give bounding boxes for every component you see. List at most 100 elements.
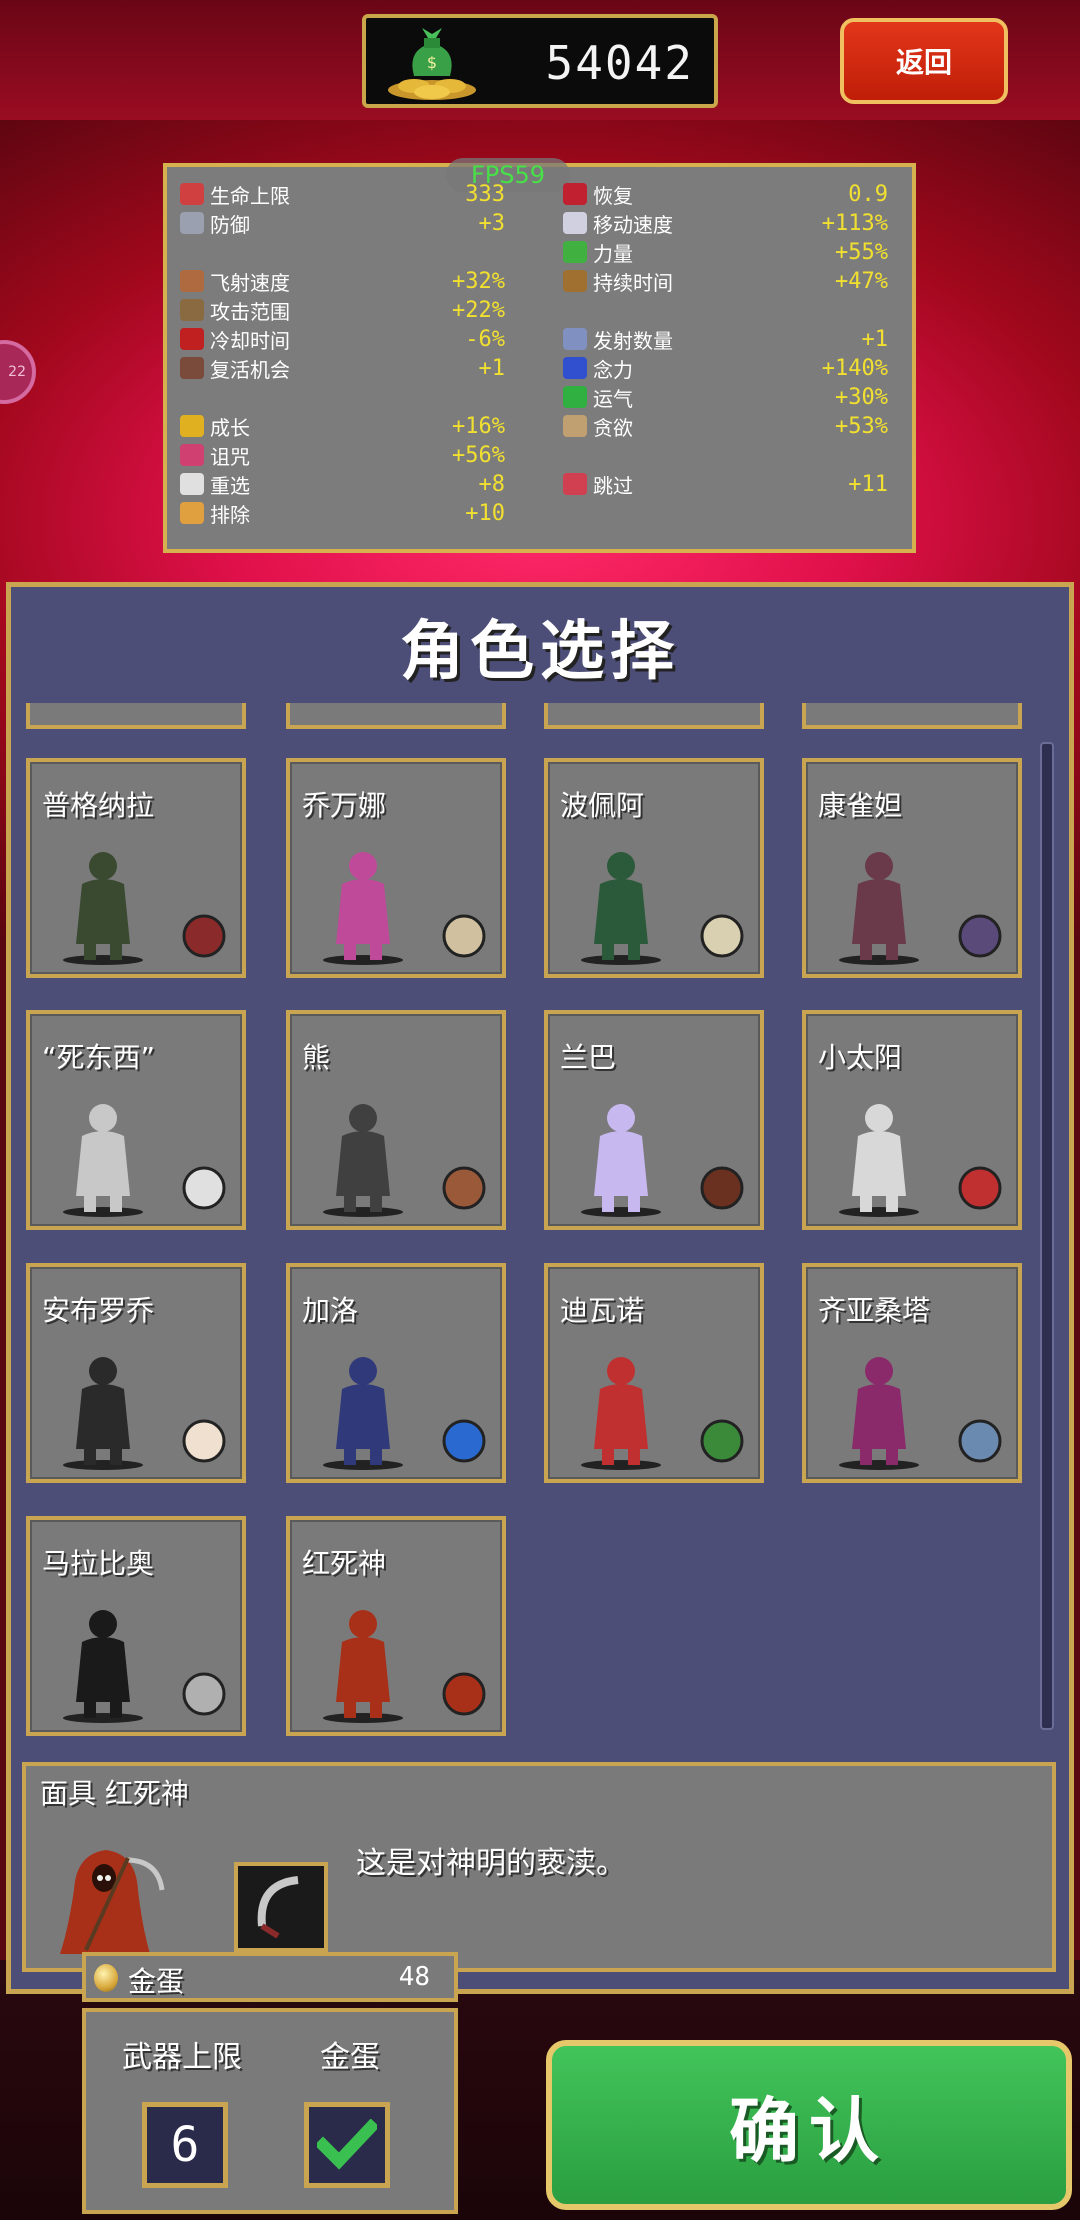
stat-row: 复活机会 +1 — [180, 354, 505, 382]
character-sprite-icon — [581, 1104, 661, 1217]
gold-egg-label: 金蛋 — [128, 1965, 185, 1998]
stat-label: 防御 — [210, 212, 250, 237]
character-sprite-icon — [323, 1104, 403, 1217]
skull-icon — [180, 444, 204, 466]
stat-row: 力量 +55% — [563, 238, 888, 266]
stat-value: +53% — [835, 413, 888, 439]
red-death-portrait-icon — [60, 1850, 165, 1954]
stat-label: 复活机会 — [210, 357, 290, 382]
gold-egg-count: 48 — [398, 1962, 430, 1992]
back-button[interactable]: 返回 — [840, 18, 1008, 104]
character-card[interactable]: 马拉比奥 — [26, 1516, 246, 1736]
leaf-icon — [563, 241, 587, 263]
character-sprite-icon — [63, 1104, 143, 1217]
character-card[interactable]: 加洛 — [286, 1263, 506, 1483]
stat-value: +16% — [452, 413, 505, 439]
character-card[interactable]: “死东西” — [26, 1010, 246, 1230]
character-card[interactable]: 安布罗乔 — [26, 1263, 246, 1483]
weapon-limit-box[interactable]: 6 — [142, 2102, 228, 2188]
weapon-limit-label: 武器上限 — [122, 2040, 242, 2075]
coin-bag-icon: $ — [388, 28, 476, 100]
stat-row: 重选 +8 — [180, 470, 505, 498]
stat-row: 贪欲 +53% — [563, 412, 888, 440]
stat-label: 恢复 — [593, 183, 633, 208]
character-name: 齐亚桑塔 — [818, 1294, 931, 1327]
character-card[interactable]: 齐亚桑塔 — [802, 1263, 1022, 1483]
character-card[interactable]: 兰巴 — [544, 1010, 764, 1230]
detail-description: 这是对神明的亵渎。 — [356, 1846, 626, 1881]
stat-row: 念力 +140% — [563, 354, 888, 382]
stat-label: 跳过 — [593, 473, 633, 498]
stat-value: +1 — [861, 326, 889, 352]
stat-value: 333 — [465, 181, 505, 207]
revival-icon — [180, 357, 204, 379]
gold-egg-checkbox[interactable] — [304, 2102, 390, 2188]
stat-row: 生命上限 333 — [180, 180, 505, 208]
stat-value: +47% — [835, 268, 888, 294]
character-card[interactable]: 熊 — [286, 1010, 506, 1230]
area-icon — [180, 299, 204, 321]
stat-row: 冷却时间 -6% — [180, 325, 505, 353]
stat-value: +3 — [478, 210, 506, 236]
checkmark-icon — [317, 2119, 377, 2170]
stat-value: +56% — [452, 442, 505, 468]
skip-icon — [563, 473, 587, 495]
clover-icon — [563, 386, 587, 408]
character-card[interactable]: 迪瓦诺 — [544, 1263, 764, 1483]
character-card-partial[interactable] — [26, 703, 246, 729]
stat-row: 运气 +30% — [563, 383, 888, 411]
character-card-partial[interactable] — [802, 703, 1022, 729]
stat-row: 排除 +10 — [180, 499, 505, 527]
character-card[interactable]: 小太阳 — [802, 1010, 1022, 1230]
starting-item-icon — [442, 1419, 486, 1463]
stat-row: 发射数量 +1 — [563, 325, 888, 353]
heart-icon — [180, 183, 204, 205]
starting-item-icon — [700, 1419, 744, 1463]
stat-row: 诅咒 +56% — [180, 441, 505, 469]
gold-egg-bar: 金蛋 48 — [82, 1952, 458, 2002]
character-name: 小太阳 — [818, 1041, 903, 1074]
detail-title: 面具 红死神 — [40, 1777, 189, 1810]
character-name: 乔万娜 — [302, 789, 387, 822]
character-name: 普格纳拉 — [42, 789, 155, 822]
starting-item-icon — [958, 1166, 1002, 1210]
character-card[interactable]: 乔万娜 — [286, 758, 506, 978]
character-card[interactable]: 波佩阿 — [544, 758, 764, 978]
character-name: 加洛 — [302, 1294, 359, 1327]
starting-item-icon — [182, 1419, 226, 1463]
stat-label: 重选 — [210, 473, 250, 498]
options-panel: 武器上限 金蛋 6 — [82, 2008, 458, 2214]
armor-icon — [180, 212, 204, 234]
stat-label: 冷却时间 — [210, 328, 290, 353]
character-card[interactable]: 普格纳拉 — [26, 758, 246, 978]
starting-item-icon — [442, 1672, 486, 1716]
character-name: 兰巴 — [560, 1041, 617, 1074]
character-name: 红死神 — [302, 1547, 387, 1580]
stat-label: 持续时间 — [593, 270, 673, 295]
starting-item-icon — [182, 1166, 226, 1210]
character-name: 迪瓦诺 — [560, 1294, 645, 1327]
confirm-button[interactable]: 确认 — [546, 2040, 1072, 2210]
stat-label: 运气 — [593, 386, 633, 411]
starting-item-icon — [958, 914, 1002, 958]
character-list-scrollbar[interactable] — [1040, 742, 1054, 1730]
starting-item-icon — [182, 1672, 226, 1716]
gold-egg-icon — [94, 1964, 118, 1992]
stat-row: 移动速度 +113% — [563, 209, 888, 237]
scythe-icon — [257, 1876, 299, 1939]
character-sprite-icon — [323, 852, 403, 965]
character-card-partial[interactable] — [286, 703, 506, 729]
character-card[interactable]: 红死神 — [286, 1516, 506, 1736]
character-detail: 面具 红死神 这是对神明的亵渎。 — [22, 1762, 1056, 1972]
character-card[interactable]: 康雀妲 — [802, 758, 1022, 978]
crown-icon — [180, 415, 204, 437]
stat-label: 移动速度 — [593, 212, 673, 237]
dice-icon — [180, 473, 204, 495]
stat-value: +113% — [821, 210, 888, 236]
stat-row: 防御 +3 — [180, 209, 505, 237]
character-card-partial[interactable] — [544, 703, 764, 729]
starting-item-icon — [700, 914, 744, 958]
stat-value: +10 — [465, 500, 505, 526]
stat-label: 攻击范围 — [210, 299, 290, 324]
character-sprite-icon — [323, 1610, 403, 1723]
